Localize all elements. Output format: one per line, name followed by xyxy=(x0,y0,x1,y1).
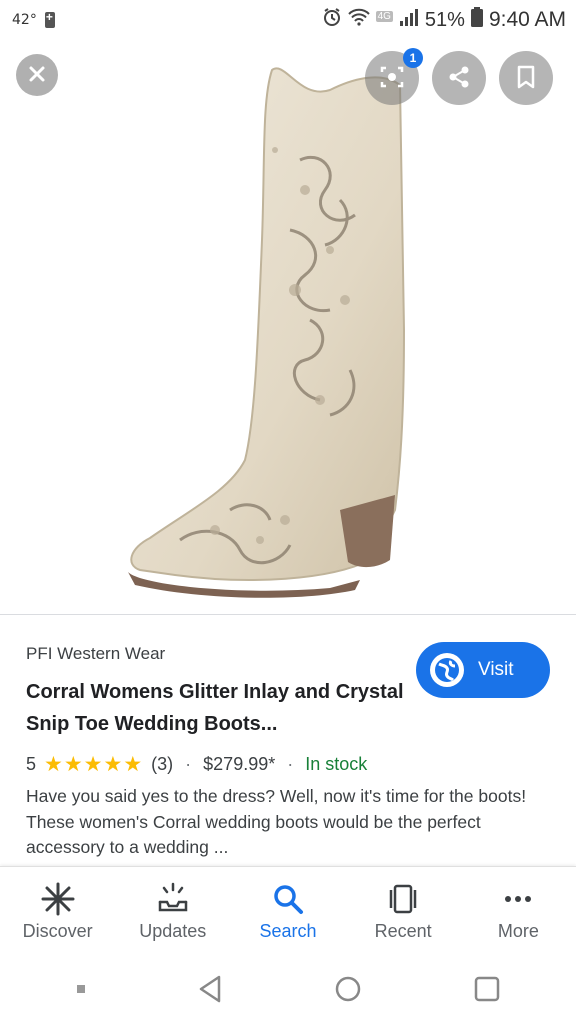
availability-status: In stock xyxy=(305,754,368,774)
battery-icon xyxy=(470,7,483,33)
bookmark-icon xyxy=(515,64,537,93)
nav-indicator-icon xyxy=(75,982,87,1000)
back-icon[interactable] xyxy=(197,974,223,1009)
visit-label: Visit xyxy=(478,659,514,680)
search-icon xyxy=(272,883,304,915)
save-button[interactable] xyxy=(499,51,553,105)
globe-icon xyxy=(430,653,464,687)
system-navigation xyxy=(0,958,576,1024)
nav-recent[interactable]: Recent xyxy=(349,883,457,942)
separator-dot: · xyxy=(185,754,192,774)
lens-icon xyxy=(379,64,405,93)
product-description: Have you said yes to the dress? Well, no… xyxy=(26,786,527,857)
nav-label: Discover xyxy=(22,921,93,941)
product-title[interactable]: Corral Womens Glitter Inlay and Crystal … xyxy=(26,676,406,740)
separator-dot: · xyxy=(287,754,294,774)
price: $279.99* xyxy=(203,754,276,774)
review-count[interactable]: (3) xyxy=(151,754,173,775)
rating-stars: ★★★★★ xyxy=(44,753,144,776)
nav-label: Recent xyxy=(374,921,432,941)
recent-icon xyxy=(386,883,420,915)
rating-value: 5 xyxy=(26,754,37,774)
signal-icon xyxy=(399,8,419,32)
product-meta: 5 ★★★★★ (3) · $279.99* · In stock xyxy=(26,752,367,777)
boot-illustration xyxy=(128,67,406,598)
close-icon xyxy=(27,64,47,87)
nav-search[interactable]: Search xyxy=(234,883,342,942)
share-button[interactable] xyxy=(432,51,486,105)
asterisk-icon xyxy=(41,882,75,916)
network-type-text: 4G xyxy=(375,11,393,22)
battery-percent: 51% xyxy=(424,8,465,31)
share-icon xyxy=(446,64,472,93)
bottom-navigation: Discover Updates Search Recent More xyxy=(0,866,576,958)
nav-label: More xyxy=(497,921,539,941)
wifi-icon xyxy=(347,8,370,32)
nav-updates[interactable]: Updates xyxy=(119,882,227,942)
home-icon[interactable] xyxy=(333,974,363,1009)
clock-time: 9:40 AM xyxy=(488,8,566,31)
divider xyxy=(0,614,576,615)
more-icon xyxy=(501,883,535,915)
lens-badge: 1 xyxy=(403,48,423,68)
product-image[interactable] xyxy=(0,40,576,614)
merchant-name[interactable]: PFI Western Wear xyxy=(26,644,165,664)
recents-icon[interactable] xyxy=(473,975,501,1008)
status-bar: 42° 4G 51% 9:40 AM xyxy=(0,0,576,40)
nav-discover[interactable]: Discover xyxy=(4,882,112,942)
nav-more[interactable]: More xyxy=(464,883,572,942)
nav-label: Updates xyxy=(139,921,207,941)
temperature-text: 42° xyxy=(12,12,37,28)
updates-icon xyxy=(156,882,190,915)
close-button[interactable] xyxy=(16,54,58,96)
nav-label: Search xyxy=(259,921,317,941)
battery-saver-icon xyxy=(44,10,55,28)
alarm-icon xyxy=(322,7,342,33)
visit-button[interactable]: Visit xyxy=(416,642,550,698)
